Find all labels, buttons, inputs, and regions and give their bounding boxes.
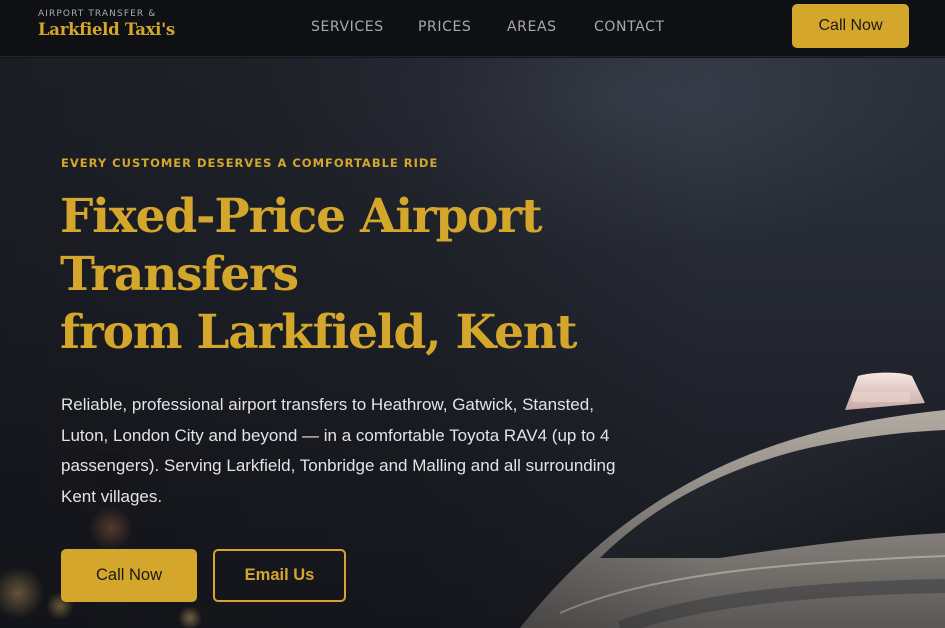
- nav-contact[interactable]: CONTACT: [594, 18, 665, 36]
- hero-eyebrow: EVERY CUSTOMER DESERVES A COMFORTABLE RI…: [61, 156, 439, 170]
- headline-line-1: Fixed-Price Airport: [60, 189, 543, 244]
- header-call-now-button[interactable]: Call Now: [792, 4, 909, 48]
- headline-line-3: from Larkfield, Kent: [60, 305, 577, 360]
- hero-call-now-button[interactable]: Call Now: [61, 549, 197, 602]
- hero-description: Reliable, professional airport transfers…: [61, 395, 616, 506]
- site-header: AIRPORT TRANSFER & Larkfield Taxi's SERV…: [0, 0, 945, 57]
- headline-line-2: Transfers: [60, 247, 299, 302]
- nav-areas[interactable]: AREAS: [507, 18, 557, 36]
- hero-email-us-button[interactable]: Email Us: [213, 549, 346, 602]
- hero-headline: Fixed-Price Airport Transfers from Larkf…: [60, 188, 660, 362]
- nav-services[interactable]: SERVICES: [311, 18, 384, 36]
- nav-prices[interactable]: PRICES: [418, 18, 471, 36]
